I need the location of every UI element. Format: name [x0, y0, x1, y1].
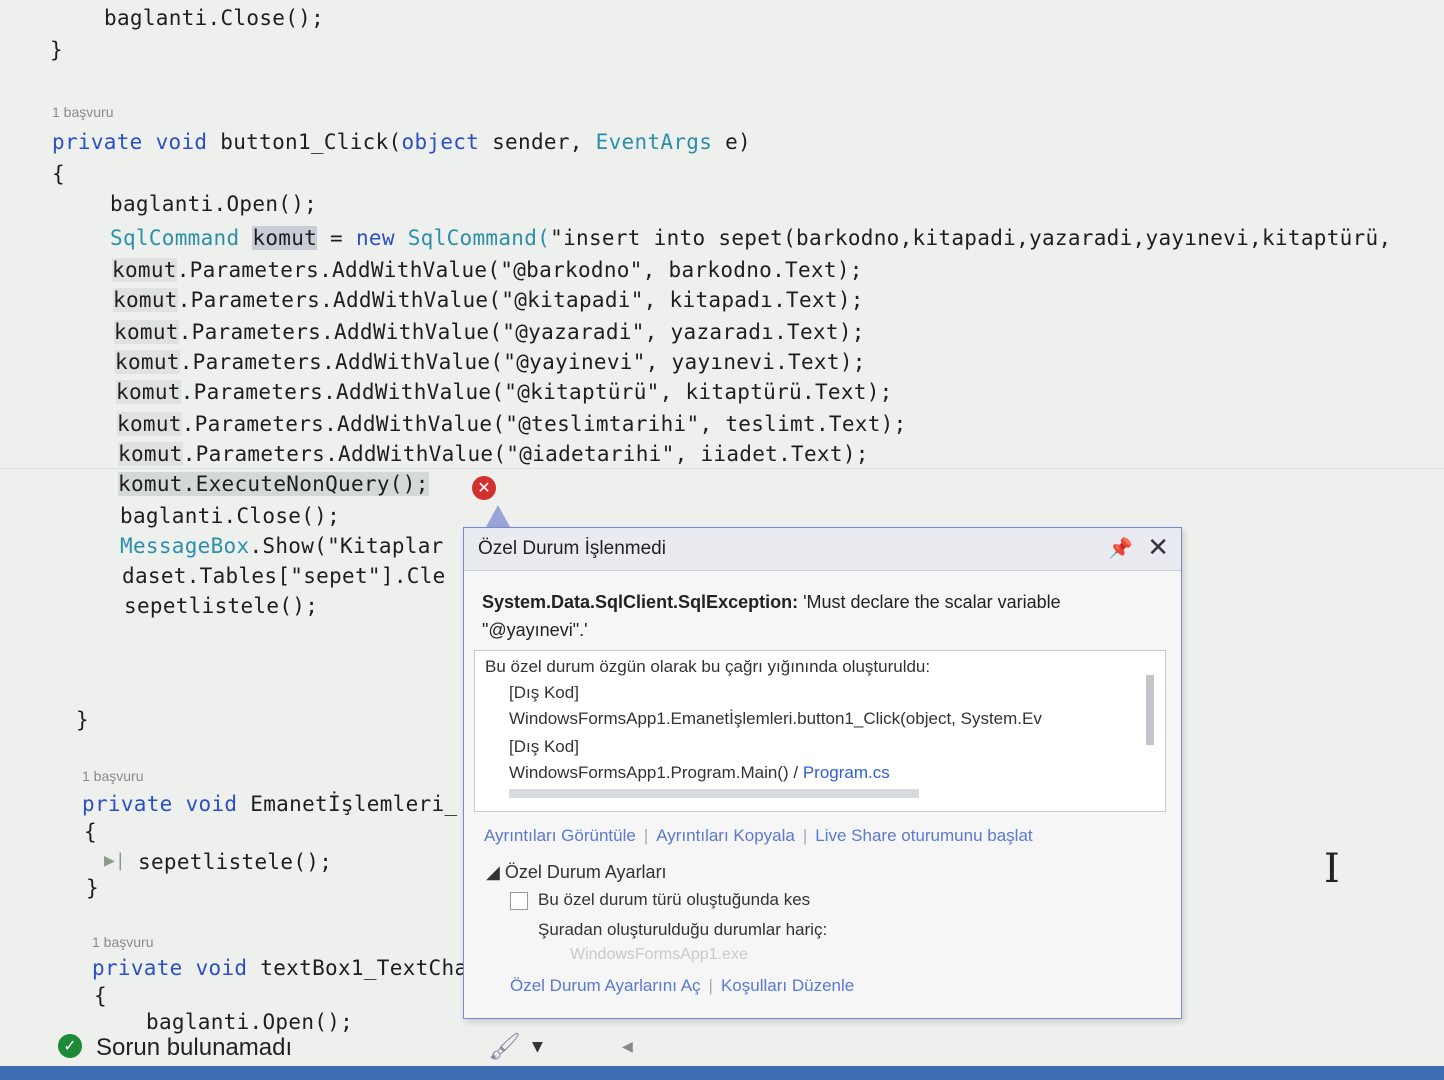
method-signature: private void textBox1_TextCha [92, 956, 468, 980]
stack-frame[interactable]: WindowsFormsApp1.Program.Main() / Progra… [509, 763, 890, 783]
scroll-left-icon[interactable]: ◀ [622, 1036, 633, 1057]
text-cursor-icon: I [1324, 846, 1340, 892]
method-signature: private void button1_Click(object sender… [52, 130, 752, 154]
exception-popup: Özel Durum İşlenmedi 📌 ✕ System.Data.Sql… [463, 527, 1182, 1019]
popup-pointer [486, 505, 510, 527]
stack-frame[interactable]: WindowsFormsApp1.Emanetİşlemleri.button1… [509, 709, 1042, 729]
close-icon[interactable]: ✕ [1147, 532, 1169, 563]
error-icon[interactable]: ✕ [472, 476, 496, 500]
scroll-thumb[interactable] [1146, 675, 1154, 745]
code-line: baglanti.Open(); [146, 1010, 354, 1034]
stack-frame[interactable]: [Dış Kod] [509, 737, 579, 757]
run-to-click-icon[interactable]: ▶| [104, 850, 126, 871]
reference-count[interactable]: 1 başvuru [82, 768, 143, 784]
popup-actions: Ayrıntıları Görüntüle | Ayrıntıları Kopyal… [484, 826, 1033, 845]
code-line: { [52, 162, 65, 186]
code-line: sepetlistele(); [124, 594, 319, 618]
code-line: baglanti.Open(); [110, 192, 318, 216]
code-line: komut.Parameters.AddWithValue("@barkodno… [112, 258, 863, 282]
vertical-scrollbar[interactable] [1143, 655, 1157, 775]
chevron-down-icon[interactable]: ▼ [532, 1036, 543, 1057]
edit-conditions-link[interactable]: Koşulları Düzenle [721, 976, 854, 995]
check-icon: ✓ [58, 1034, 82, 1058]
code-line: } [76, 708, 89, 732]
status-bar [0, 1066, 1444, 1080]
copy-details-link[interactable]: Ayrıntıları Kopyala [656, 826, 795, 845]
popup-header: Özel Durum İşlenmedi 📌 ✕ [464, 528, 1181, 571]
exe-option[interactable]: WindowsFormsApp1.exe [570, 946, 748, 964]
view-details-link[interactable]: Ayrıntıları Görüntüle [484, 826, 636, 845]
code-line: daset.Tables["sepet"].Cle [122, 564, 446, 588]
current-line-marker [0, 468, 1444, 469]
horizontal-scrollbar[interactable] [495, 787, 1125, 799]
stack-frame[interactable]: [Dış Kod] [509, 683, 579, 703]
call-stack-box[interactable]: Bu özel durum özgün olarak bu çağrı yığı… [474, 650, 1166, 812]
code-line: { [84, 820, 97, 844]
checkbox-label: Bu özel durum türü oluştuğunda kes [538, 890, 811, 909]
popup-title: Özel Durum İşlenmedi [478, 538, 666, 559]
error-code-line: komut.ExecuteNonQuery(); [118, 472, 429, 496]
cleanup-brush-icon[interactable]: 🖌 [488, 1032, 521, 1062]
code-line: MessageBox.Show("Kitaplar [120, 534, 444, 558]
code-line: baglanti.Close(); [120, 504, 341, 528]
code-line: baglanti.Close(); [104, 6, 325, 30]
exception-settings-header[interactable]: ◢ Özel Durum Ayarları [486, 862, 667, 883]
scroll-thumb[interactable] [509, 789, 919, 798]
code-line: komut.Parameters.AddWithValue("@kitaptür… [116, 380, 893, 404]
code-line: sepetlistele(); [138, 850, 333, 874]
break-checkbox[interactable] [510, 892, 528, 910]
reference-count[interactable]: 1 başvuru [92, 934, 153, 950]
exception-message: System.Data.SqlClient.SqlException: 'Mus… [482, 592, 1061, 640]
method-signature: private void Emanetİşlemleri_ [82, 792, 458, 816]
code-line: } [50, 38, 63, 62]
code-line: komut.Parameters.AddWithValue("@iadetari… [118, 442, 869, 466]
source-link[interactable]: Program.cs [803, 763, 890, 782]
code-line: komut.Parameters.AddWithValue("@kitapadi… [113, 288, 864, 312]
code-line: SqlCommand komut = new SqlCommand("inser… [110, 226, 1392, 250]
settings-actions: Özel Durum Ayarlarını Aç | Koşulları Düzen… [510, 976, 855, 995]
except-label: Şuradan oluşturulduğu durumlar hariç: [538, 920, 828, 939]
code-line: komut.Parameters.AddWithValue("@yayinevi… [115, 350, 866, 374]
code-line: komut.Parameters.AddWithValue("@yazaradi… [114, 320, 865, 344]
stack-header: Bu özel durum özgün olarak bu çağrı yığı… [485, 657, 931, 676]
code-line: komut.Parameters.AddWithValue("@teslimta… [117, 412, 907, 436]
code-line: { [94, 984, 107, 1008]
reference-count[interactable]: 1 başvuru [52, 104, 113, 120]
code-line: } [86, 876, 99, 900]
pin-icon[interactable]: 📌 [1108, 536, 1133, 561]
status-text[interactable]: Sorun bulunamadı [96, 1034, 292, 1062]
live-share-link[interactable]: Live Share oturumunu başlat [815, 826, 1032, 845]
open-settings-link[interactable]: Özel Durum Ayarlarını Aç [510, 976, 701, 995]
